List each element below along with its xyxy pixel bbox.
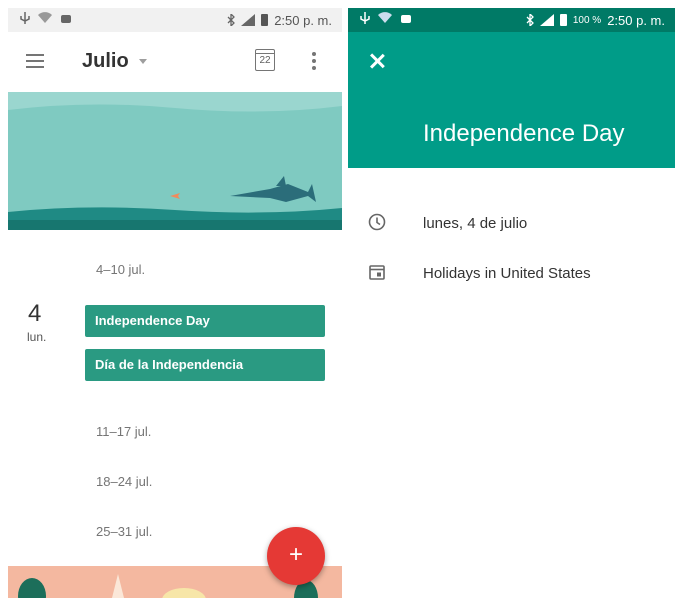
agenda-screen: 2:50 p. m. Julio 22 4–10 jul. 4 lun. Ind… bbox=[8, 0, 342, 598]
event-header: Independence Day bbox=[348, 32, 675, 168]
event-chip[interactable]: Independence Day bbox=[85, 305, 325, 337]
wifi-icon bbox=[378, 12, 392, 23]
week-range: 11–17 jul. bbox=[96, 424, 152, 439]
status-left-icons bbox=[360, 12, 412, 26]
bluetooth-icon bbox=[526, 14, 534, 26]
month-selector[interactable]: Julio bbox=[82, 50, 129, 73]
week-range: 18–24 jul. bbox=[96, 474, 153, 489]
event-date: lunes, 4 de julio bbox=[423, 215, 528, 232]
status-time: 2:50 p. m. bbox=[274, 12, 332, 28]
usb-icon bbox=[20, 12, 30, 24]
event-detail-screen: 100 % 2:50 p. m. Independence Day lunes,… bbox=[348, 0, 675, 598]
usb-icon bbox=[360, 12, 370, 24]
day-number: 4 bbox=[28, 300, 42, 327]
bluetooth-icon bbox=[227, 14, 236, 26]
status-right-icons: 2:50 p. m. bbox=[227, 8, 332, 32]
calendar-icon bbox=[369, 265, 385, 280]
wifi-icon bbox=[38, 12, 52, 23]
battery-icon bbox=[261, 14, 269, 26]
status-right-icons: 100 % 2:50 p. m. bbox=[526, 8, 665, 32]
signal-icon bbox=[539, 14, 554, 26]
event-calendar: Holidays in United States bbox=[423, 265, 591, 282]
more-vert-icon[interactable] bbox=[312, 52, 316, 73]
event-date-row: lunes, 4 de julio bbox=[348, 207, 675, 237]
calendar-today-icon[interactable]: 22 bbox=[255, 49, 275, 71]
week-range: 4–10 jul. bbox=[96, 262, 146, 277]
app-bar: Julio 22 bbox=[8, 32, 342, 92]
status-time: 2:50 p. m. bbox=[607, 12, 665, 28]
add-icon: + bbox=[288, 541, 303, 568]
week-range: 25–31 jul. bbox=[96, 524, 153, 539]
event-calendar-row: Holidays in United States bbox=[348, 257, 675, 287]
event-chip[interactable]: Día de la Independencia bbox=[85, 349, 325, 381]
signal-icon bbox=[241, 14, 256, 26]
clock-icon bbox=[368, 213, 386, 231]
android-icon bbox=[61, 15, 71, 23]
battery-percent: 100 % bbox=[572, 14, 602, 26]
close-icon[interactable] bbox=[368, 52, 386, 70]
add-event-button[interactable]: + bbox=[267, 527, 325, 585]
status-bar: 2:50 p. m. bbox=[8, 8, 342, 32]
event-title: Independence Day bbox=[423, 120, 625, 147]
menu-icon[interactable] bbox=[26, 54, 44, 68]
battery-icon bbox=[559, 14, 567, 26]
status-bar: 100 % 2:50 p. m. bbox=[348, 8, 675, 32]
day-weekday: lun. bbox=[27, 330, 47, 344]
android-icon bbox=[401, 15, 411, 23]
dropdown-caret-icon[interactable] bbox=[139, 59, 147, 64]
month-banner-illustration bbox=[8, 92, 342, 230]
today-date: 22 bbox=[259, 55, 271, 66]
status-left-icons bbox=[20, 12, 72, 26]
